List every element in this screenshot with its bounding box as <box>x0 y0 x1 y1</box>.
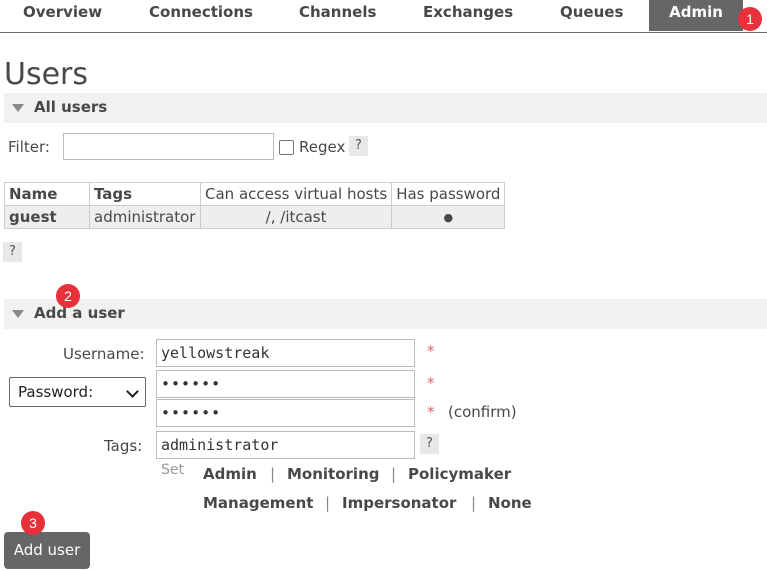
add-user-section-header[interactable]: Add a user <box>4 299 767 329</box>
tags-input[interactable] <box>156 431 415 459</box>
regex-checkbox[interactable] <box>279 140 294 155</box>
set-label: Set <box>161 462 184 478</box>
column-header-has-password[interactable]: Has password <box>391 182 506 206</box>
required-mark: * <box>427 403 435 421</box>
all-users-section-label: All users <box>34 98 108 116</box>
tag-option-impersonator[interactable]: Impersonator <box>342 494 456 512</box>
column-header-vhosts[interactable]: Can access virtual hosts <box>199 182 393 206</box>
step-badge-2: 2 <box>56 284 80 308</box>
column-header-tags[interactable]: Tags <box>89 182 201 206</box>
tab-channels[interactable]: Channels <box>299 0 376 31</box>
table-help-button[interactable]: ? <box>3 242 22 262</box>
tab-overview[interactable]: Overview <box>23 0 102 31</box>
tag-option-monitoring[interactable]: Monitoring <box>287 465 379 483</box>
confirm-password-input[interactable] <box>156 399 415 427</box>
chevron-down-icon <box>126 385 139 398</box>
required-mark: * <box>427 374 435 392</box>
required-mark: * <box>427 342 435 360</box>
separator: | <box>391 465 397 483</box>
tag-option-admin[interactable]: Admin <box>203 465 257 483</box>
password-type-select-value: Password: <box>18 383 94 401</box>
separator: | <box>270 465 276 483</box>
all-users-section-header[interactable]: All users <box>4 93 767 123</box>
collapse-triangle-icon <box>12 310 24 318</box>
password-type-select[interactable]: Password: <box>9 377 146 407</box>
collapse-triangle-icon <box>12 104 24 112</box>
separator: | <box>325 494 331 512</box>
page-title: Users <box>4 57 89 92</box>
step-badge-3: 3 <box>21 511 45 535</box>
table-header-row: Name Tags Can access virtual hosts Has p… <box>4 182 506 206</box>
filter-label: Filter: <box>8 138 50 156</box>
tag-option-management[interactable]: Management <box>203 494 313 512</box>
has-password-dot: ● <box>391 205 506 229</box>
column-header-name[interactable]: Name <box>4 182 90 206</box>
tab-admin[interactable]: Admin <box>649 0 743 31</box>
tag-option-none[interactable]: None <box>488 494 532 512</box>
tab-queues[interactable]: Queues <box>560 0 623 31</box>
top-nav: Overview Connections Channels Exchanges … <box>0 0 767 33</box>
tags-label: Tags: <box>104 437 143 455</box>
username-label: Username: <box>63 345 145 363</box>
regex-label: Regex <box>299 138 346 156</box>
table-row[interactable]: guest administrator /, /itcast ● <box>4 205 506 229</box>
password-input[interactable] <box>156 370 415 398</box>
filter-help-button[interactable]: ? <box>349 136 368 156</box>
users-table: Name Tags Can access virtual hosts Has p… <box>4 182 506 229</box>
filter-input[interactable] <box>63 133 274 160</box>
step-badge-1: 1 <box>738 7 762 31</box>
tab-exchanges[interactable]: Exchanges <box>423 0 513 31</box>
separator: | <box>471 494 477 512</box>
confirm-label: (confirm) <box>448 403 517 421</box>
tab-connections[interactable]: Connections <box>149 0 253 31</box>
user-vhosts: /, /itcast <box>199 205 393 229</box>
add-user-section-label: Add a user <box>34 304 125 322</box>
add-user-button[interactable]: Add user <box>4 532 90 569</box>
username-input[interactable] <box>156 339 415 367</box>
user-name-link[interactable]: guest <box>4 205 90 229</box>
user-tags: administrator <box>89 205 201 229</box>
tags-help-button[interactable]: ? <box>420 434 439 454</box>
tag-option-policymaker[interactable]: Policymaker <box>408 465 511 483</box>
